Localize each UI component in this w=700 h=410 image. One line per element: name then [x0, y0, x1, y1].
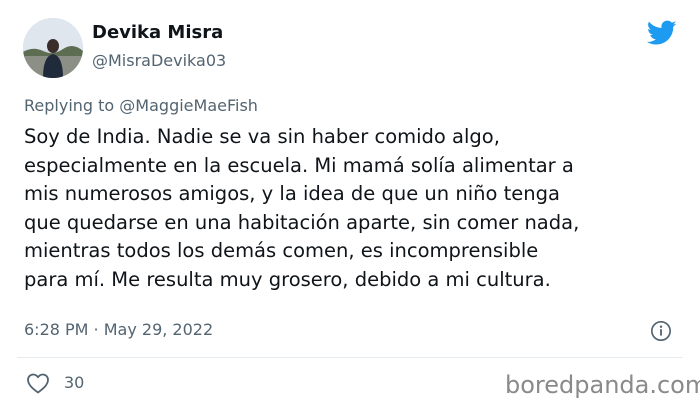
tweet-timestamp[interactable]: 6:28 PM · May 29, 2022 — [24, 320, 213, 339]
twitter-bird-icon[interactable] — [647, 20, 677, 46]
tweet-text-line: Soy de India. Nadie se va sin haber comi… — [24, 125, 500, 148]
tweet-text-line: mientras todos los demás comen, es incom… — [24, 239, 539, 262]
avatar[interactable] — [23, 18, 83, 78]
like-count: 30 — [64, 373, 85, 392]
boredpanda-watermark: boredpanda.com — [505, 371, 700, 399]
tweet-text-line: mis numerosos amigos, y la idea de que u… — [24, 182, 560, 205]
info-icon[interactable] — [650, 320, 672, 342]
replying-to-label: Replying to — [24, 96, 120, 115]
tweet-time: 6:28 PM — [24, 320, 89, 339]
tweet-text-line: que quedarse en una habitación aparte, s… — [24, 210, 580, 234]
tweet-text-line: para mí. Me resulta muy grosero, debido … — [24, 267, 551, 291]
reply-mention-link[interactable]: @MaggieMaeFish — [119, 96, 258, 115]
tweet-text-line: especialmente en la escuela. Mi mamá sol… — [24, 153, 574, 177]
author-name[interactable]: Devika Misra — [92, 22, 223, 43]
tweet-text: Soy de India. Nadie se va sin haber comi… — [24, 123, 694, 294]
heart-icon[interactable] — [26, 372, 50, 394]
tweet-date: May 29, 2022 — [103, 320, 214, 339]
timestamp-separator: · — [88, 320, 104, 339]
author-handle[interactable]: @MisraDevika03 — [92, 51, 226, 70]
replying-to: Replying to @MaggieMaeFish — [24, 96, 258, 115]
divider — [17, 357, 683, 358]
avatar-photo — [23, 18, 83, 78]
